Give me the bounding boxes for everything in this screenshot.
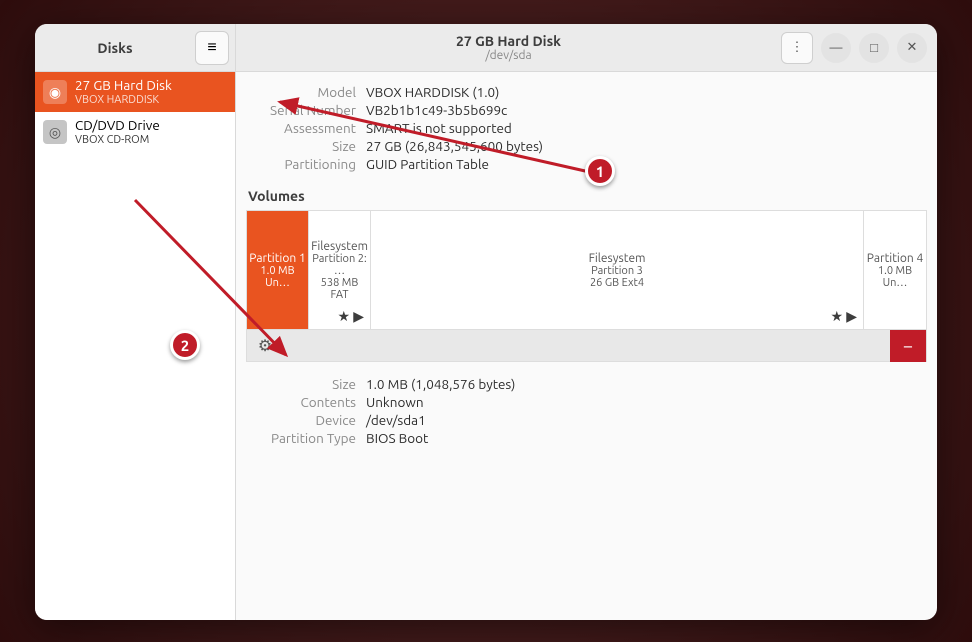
gear-icon: ⚙ xyxy=(258,336,272,355)
volume-icons: ★ ▶ xyxy=(830,308,857,325)
psize-label: Size xyxy=(246,376,356,392)
volume-line2: Partition 2: … xyxy=(311,253,368,277)
window-body: ◉ 27 GB Hard Disk VBOX HARDDISK ◎ CD/DVD… xyxy=(35,72,937,620)
device-value: /dev/sda1 xyxy=(366,412,927,428)
partitioning-label: Partitioning xyxy=(246,156,356,172)
volumes-heading: Volumes xyxy=(248,188,927,204)
model-value: VBOX HARDDISK (1.0) xyxy=(366,84,927,100)
maximize-icon: □ xyxy=(870,40,878,55)
volume-line2: 1.0 MB Un… xyxy=(866,265,924,289)
kebab-menu-button[interactable]: ⋮ xyxy=(781,32,813,64)
volume-line1: Filesystem xyxy=(589,252,646,265)
minimize-button[interactable]: — xyxy=(821,33,851,63)
device-label: Device xyxy=(246,412,356,428)
volumes-strip: Partition 1 1.0 MB Un… Filesystem Partit… xyxy=(246,210,927,330)
main-panel: Model VBOX HARDDISK (1.0) Serial Number … xyxy=(236,72,937,620)
psize-value: 1.0 MB (1,048,576 bytes) xyxy=(366,376,927,392)
titlebar-right: ⋮ — □ ✕ xyxy=(781,24,937,71)
volume-line2: Partition 3 xyxy=(591,265,643,277)
volume-1[interactable]: Filesystem Partition 2: … 538 MB FAT ★ ▶ xyxy=(309,211,371,329)
device-text: CD/DVD Drive VBOX CD-ROM xyxy=(75,118,160,146)
partitioning-value: GUID Partition Table xyxy=(366,156,927,172)
volume-line1: Filesystem xyxy=(311,240,368,253)
device-text: 27 GB Hard Disk VBOX HARDDISK xyxy=(75,78,172,106)
contents-label: Contents xyxy=(246,394,356,410)
volume-line3: 26 GB Ext4 xyxy=(590,277,644,289)
volume-line1: Partition 4 xyxy=(867,252,923,265)
size-label: Size xyxy=(246,138,356,154)
volume-line2: 1.0 MB Un… xyxy=(249,265,306,289)
device-sub: VBOX HARDDISK xyxy=(75,94,172,107)
device-sidebar: ◉ 27 GB Hard Disk VBOX HARDDISK ◎ CD/DVD… xyxy=(35,72,236,620)
delete-partition-button[interactable]: − xyxy=(890,330,926,362)
disk-title: 27 GB Hard Disk xyxy=(456,33,561,49)
device-name: 27 GB Hard Disk xyxy=(75,78,172,94)
model-label: Model xyxy=(246,84,356,100)
close-button[interactable]: ✕ xyxy=(897,33,927,63)
hamburger-icon: ≡ xyxy=(207,38,216,57)
volumes-toolbar: ⚙ − xyxy=(246,330,927,362)
partition-detail-grid: Size 1.0 MB (1,048,576 bytes) Contents U… xyxy=(246,376,927,446)
contents-value: Unknown xyxy=(366,394,927,410)
size-value: 27 GB (26,843,545,600 bytes) xyxy=(366,138,927,154)
serial-value: VB2b1b1c49-3b5b699c xyxy=(366,102,927,118)
device-sub: VBOX CD-ROM xyxy=(75,134,160,147)
device-name: CD/DVD Drive xyxy=(75,118,160,134)
volume-icons: ★ ▶ xyxy=(337,308,364,325)
drive-icon: ◉ xyxy=(43,80,67,104)
drive-icon: ◎ xyxy=(43,120,67,144)
disk-subtitle: /dev/sda xyxy=(485,49,531,62)
titlebar-center: 27 GB Hard Disk /dev/sda xyxy=(236,24,781,71)
titlebar: Disks ≡ 27 GB Hard Disk /dev/sda ⋮ — □ ✕ xyxy=(35,24,937,72)
assessment-value: SMART is not supported xyxy=(366,120,927,136)
disk-info-grid: Model VBOX HARDDISK (1.0) Serial Number … xyxy=(246,84,927,172)
device-item-1[interactable]: ◎ CD/DVD Drive VBOX CD-ROM xyxy=(35,112,235,152)
volume-3[interactable]: Partition 4 1.0 MB Un… xyxy=(864,211,926,329)
kebab-icon: ⋮ xyxy=(791,40,804,55)
assessment-label: Assessment xyxy=(246,120,356,136)
serial-label: Serial Number xyxy=(246,102,356,118)
volume-0[interactable]: Partition 1 1.0 MB Un… xyxy=(247,211,309,329)
minimize-icon: — xyxy=(830,41,843,55)
minus-icon: − xyxy=(903,336,913,356)
volume-line3: 538 MB FAT xyxy=(311,277,368,301)
device-item-0[interactable]: ◉ 27 GB Hard Disk VBOX HARDDISK xyxy=(35,72,235,112)
titlebar-left: Disks ≡ xyxy=(35,24,236,71)
close-icon: ✕ xyxy=(907,40,918,55)
maximize-button[interactable]: □ xyxy=(859,33,889,63)
app-title: Disks xyxy=(35,40,195,56)
hamburger-button[interactable]: ≡ xyxy=(195,31,229,65)
ptype-value: BIOS Boot xyxy=(366,430,927,446)
ptype-label: Partition Type xyxy=(246,430,356,446)
disks-window: Disks ≡ 27 GB Hard Disk /dev/sda ⋮ — □ ✕… xyxy=(35,24,937,620)
volume-2[interactable]: Filesystem Partition 3 26 GB Ext4 ★ ▶ xyxy=(371,211,864,329)
volume-line1: Partition 1 xyxy=(249,252,305,265)
gear-button[interactable]: ⚙ xyxy=(247,330,283,362)
